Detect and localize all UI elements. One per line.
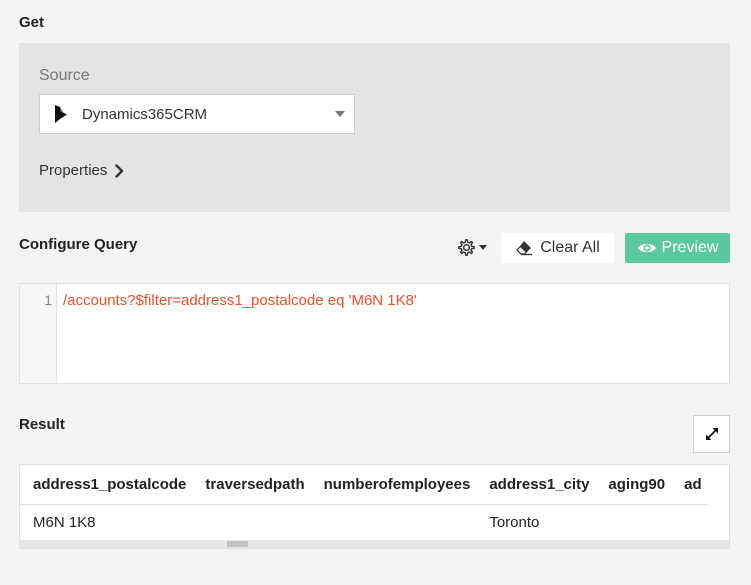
source-select-value: Dynamics365CRM <box>82 105 208 123</box>
horizontal-scrollbar[interactable] <box>20 540 729 548</box>
result-table: address1_postalcode traversedpath number… <box>19 464 730 549</box>
get-section-title: Get <box>19 14 45 31</box>
dynamics-logo-icon <box>54 105 68 123</box>
table-cell: M6N 1K8 <box>33 513 96 531</box>
source-panel: Source Dynamics365CRM Properties <box>19 43 730 212</box>
source-select[interactable]: Dynamics365CRM <box>39 94 355 134</box>
column-header[interactable]: traversedpath <box>192 465 311 505</box>
properties-toggle[interactable]: Properties <box>39 162 124 179</box>
preview-label: Preview <box>661 239 719 256</box>
preview-button[interactable]: Preview <box>625 233 730 263</box>
page: Get Source Dynamics365CRM Properties Con… <box>0 0 751 585</box>
column-header[interactable]: numberofemployees <box>310 465 477 505</box>
eraser-icon <box>515 240 533 256</box>
expand-button[interactable] <box>693 415 730 453</box>
clear-all-button[interactable]: Clear All <box>501 233 614 263</box>
table-row: M6N 1K8 Toronto <box>20 504 708 540</box>
table-cell <box>192 504 310 540</box>
query-code-line[interactable]: /accounts?$filter=address1_postalcode eq… <box>63 292 417 309</box>
query-editor[interactable]: 1 /accounts?$filter=address1_postalcode … <box>19 283 730 384</box>
line-number: 1 <box>44 292 52 308</box>
eye-icon <box>637 241 657 255</box>
properties-label: Properties <box>39 162 108 179</box>
table-cell <box>595 504 671 540</box>
chevron-down-icon <box>335 111 345 117</box>
table-cell <box>311 504 477 540</box>
source-label: Source <box>39 67 90 84</box>
scrollbar-thumb[interactable] <box>227 541 248 547</box>
clear-all-label: Clear All <box>540 239 600 256</box>
column-header[interactable]: address1_postalcode <box>20 465 193 505</box>
result-title: Result <box>19 416 65 433</box>
table-cell <box>671 504 708 540</box>
line-number-gutter: 1 <box>20 284 57 383</box>
column-header[interactable]: aging90 <box>595 465 672 505</box>
expand-icon <box>704 426 720 442</box>
column-header[interactable]: address1_city <box>476 465 596 505</box>
table-header-row: address1_postalcode traversedpath number… <box>20 465 708 505</box>
settings-dropdown-button[interactable] <box>457 236 491 258</box>
gear-icon <box>457 238 476 257</box>
caret-down-icon <box>479 244 487 250</box>
column-header[interactable]: ad <box>671 465 708 505</box>
chevron-right-icon <box>115 163 124 178</box>
table-cell: Toronto <box>489 513 540 531</box>
configure-query-title: Configure Query <box>19 236 138 253</box>
